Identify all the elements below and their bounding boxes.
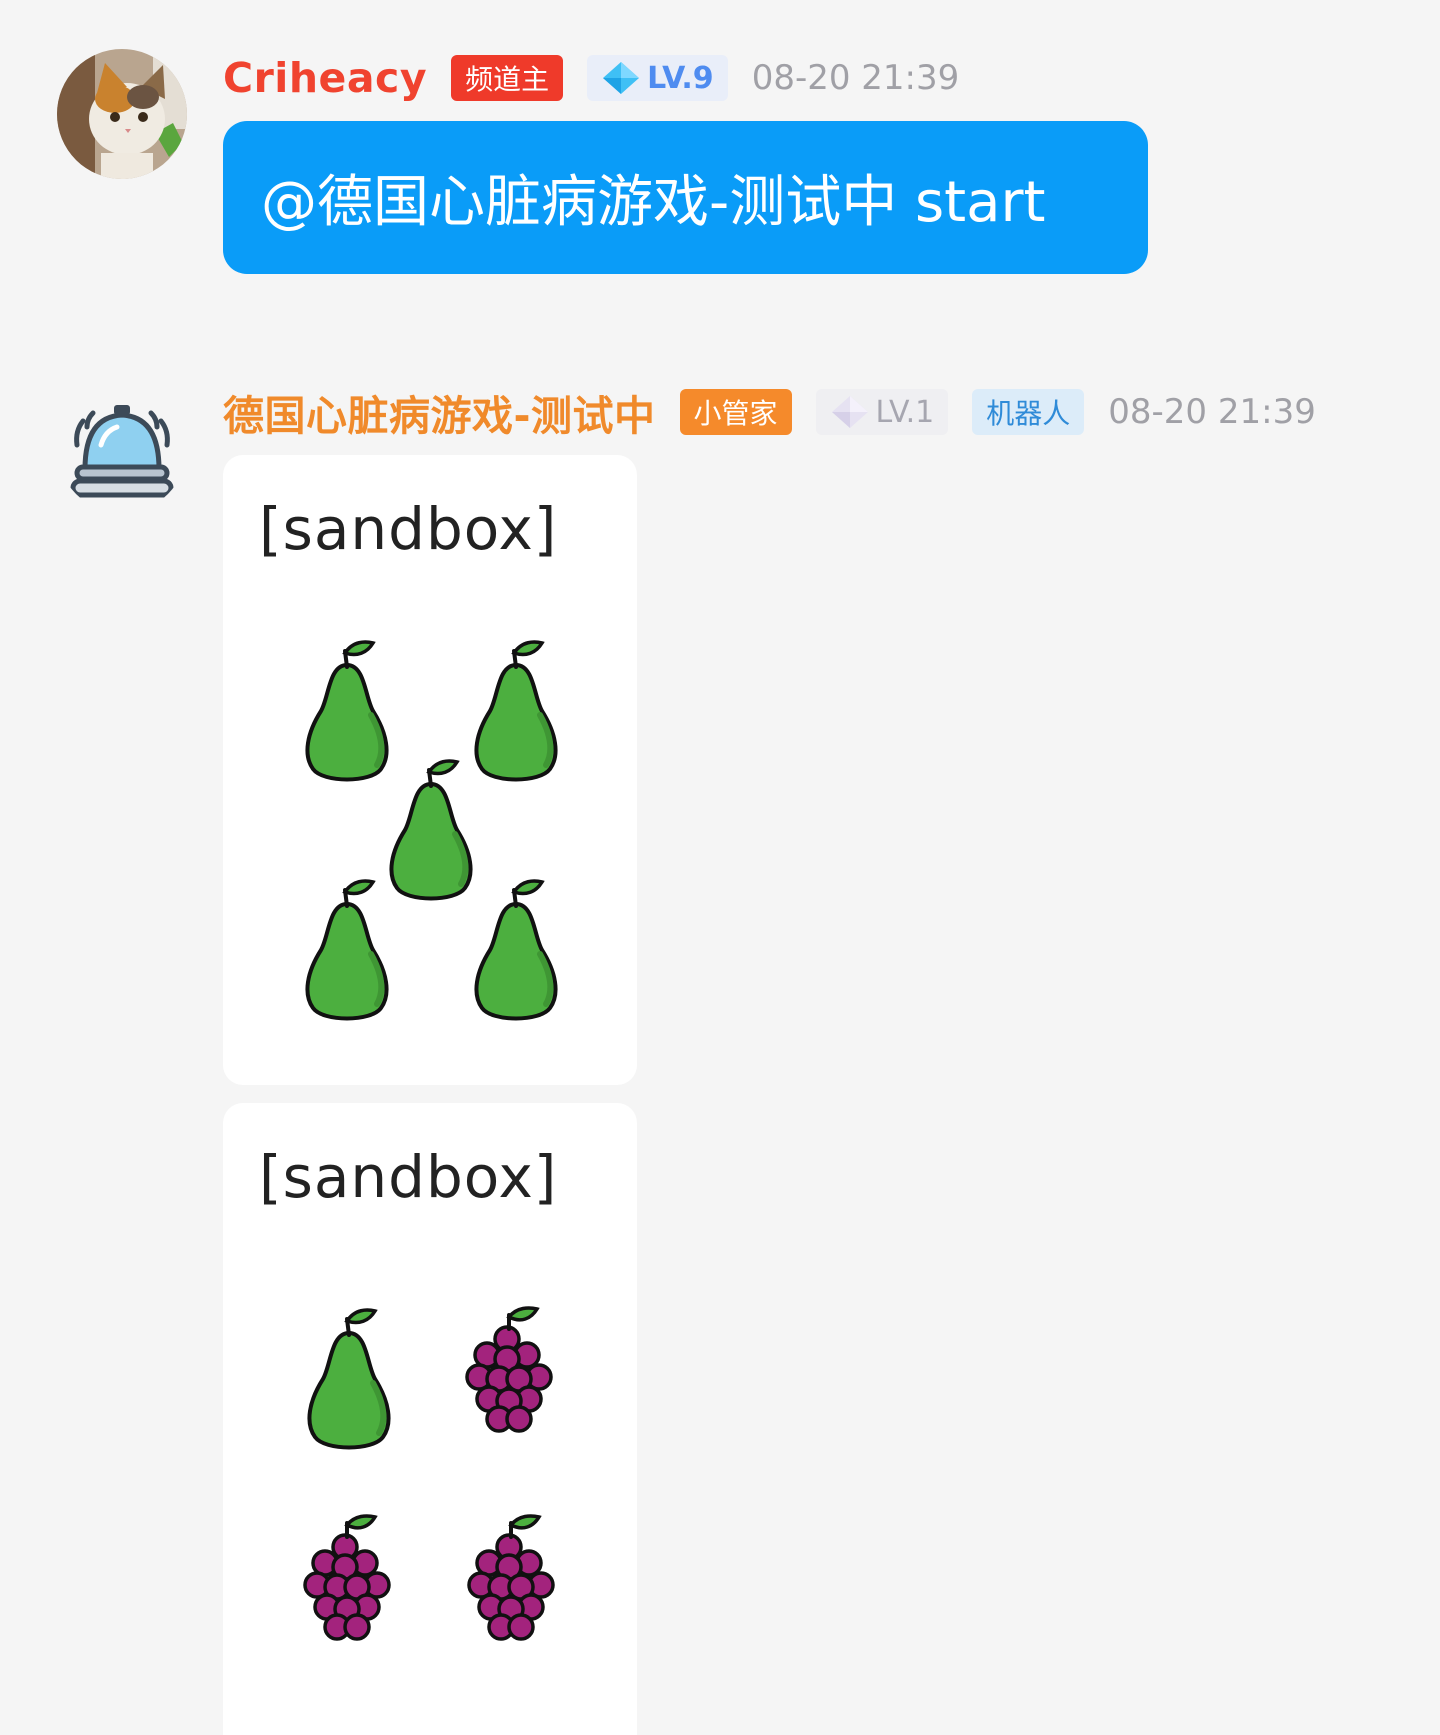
level-badge: LV.1 — [815, 389, 949, 435]
card-title: [sandbox] — [259, 495, 558, 563]
diamond-icon — [603, 62, 640, 94]
level-text: LV.9 — [647, 60, 714, 96]
pear-icon — [466, 874, 566, 1024]
level-badge: LV.9 — [587, 55, 728, 101]
message-header-user: Criheacy 频道主 LV.9 08-20 21:39 — [223, 50, 959, 106]
message-time: 08-20 21:39 — [751, 58, 960, 98]
message-bubble-user[interactable]: @德国心脏病游戏-测试中 start — [223, 121, 1148, 274]
sender-name[interactable]: Criheacy — [223, 54, 427, 102]
message-header-bot: 德国心脏病游戏-测试中 小管家 LV.1 机器人 08-20 21:39 — [223, 384, 1316, 440]
avatar-bot[interactable] — [57, 383, 187, 513]
card-title: [sandbox] — [259, 1143, 558, 1211]
cat-avatar-icon — [57, 49, 187, 179]
pear-icon — [466, 635, 566, 785]
robot-badge: 机器人 — [972, 389, 1085, 435]
service-bell-icon — [57, 383, 187, 513]
sandbox-card[interactable]: [sandbox] — [223, 455, 637, 1085]
channel-owner-badge: 频道主 — [451, 55, 564, 101]
avatar-user[interactable] — [57, 49, 187, 179]
message-text: @德国心脏病游戏-测试中 start — [261, 170, 1046, 235]
diamond-icon — [831, 396, 868, 428]
level-text: LV.1 — [875, 394, 935, 430]
pear-icon — [297, 874, 397, 1024]
grape-icon — [297, 1511, 397, 1661]
message-time: 08-20 21:39 — [1108, 392, 1316, 432]
grape-icon — [459, 1303, 559, 1453]
chat-view: Criheacy 频道主 LV.9 08-20 21:39 @德国心脏病游戏-测… — [0, 0, 1440, 1735]
sender-name[interactable]: 德国心脏病游戏-测试中 — [223, 382, 656, 442]
grape-icon — [461, 1511, 561, 1661]
steward-badge: 小管家 — [679, 389, 792, 435]
sandbox-card[interactable]: [sandbox] — [223, 1103, 637, 1735]
pear-icon — [299, 1303, 399, 1453]
